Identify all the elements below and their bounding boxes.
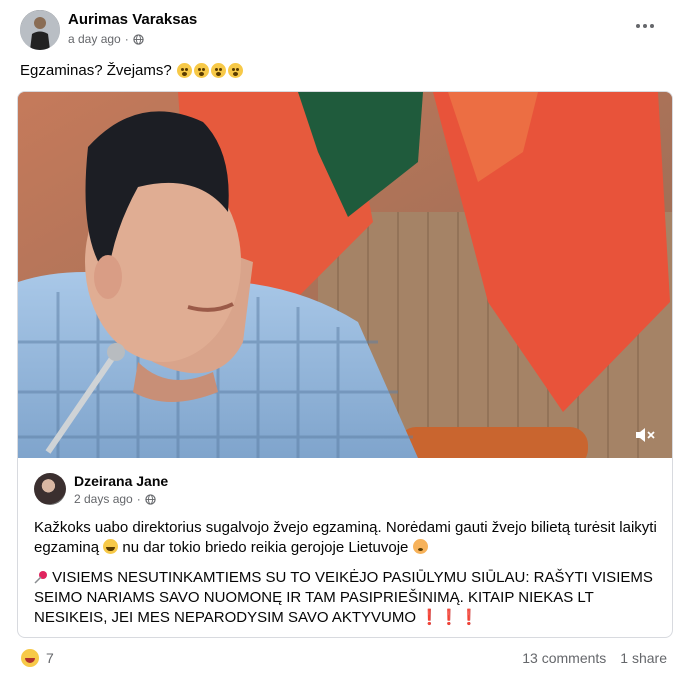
author-name[interactable]: Aurimas Varaksas bbox=[68, 11, 197, 28]
shared-author-avatar[interactable] bbox=[34, 473, 66, 505]
author-avatar[interactable] bbox=[20, 10, 60, 50]
post-text: Egzaminas? Žvejams? bbox=[20, 62, 243, 79]
post-footer: 7 13 comments 1 share bbox=[20, 648, 667, 672]
shared-paragraph-2: VISIEMS NESUTINKAMTIEMS SU TO VEIKĖJO PA… bbox=[34, 568, 660, 628]
reactions-summary[interactable]: 7 bbox=[20, 648, 54, 668]
post-body: Egzaminas? Žvejams? bbox=[20, 62, 172, 79]
globe-icon bbox=[133, 33, 144, 45]
shared-post-meta: 2 days ago · bbox=[74, 492, 156, 506]
dot-icon bbox=[636, 24, 640, 28]
shared-author-name[interactable]: Dzeirana Jane bbox=[74, 473, 168, 489]
video-player[interactable] bbox=[18, 92, 672, 458]
shared-paragraph-2-text: VISIEMS NESUTINKAMTIEMS SU TO VEIKĖJO PA… bbox=[34, 569, 653, 626]
comments-link[interactable]: 13 comments bbox=[522, 650, 606, 666]
astonished-emoji-icon bbox=[193, 63, 209, 78]
exclamation-icon: ❗❗❗ bbox=[420, 609, 480, 626]
pushpin-icon bbox=[34, 571, 47, 584]
post-meta: a day ago · bbox=[68, 32, 144, 46]
shared-post-body: Kažkoks uabo direktorius sugalvojo žvejo… bbox=[34, 518, 660, 637]
flushed-emoji-icon bbox=[412, 539, 428, 554]
dot-icon bbox=[643, 24, 647, 28]
grinning-squint-emoji-icon bbox=[103, 539, 119, 554]
post-timestamp[interactable]: a day ago bbox=[68, 32, 121, 46]
shared-post-card[interactable]: Dzeirana Jane 2 days ago · Kažkoks uabo … bbox=[17, 91, 673, 638]
shared-post-header: Dzeirana Jane 2 days ago · bbox=[34, 470, 654, 510]
shared-timestamp[interactable]: 2 days ago bbox=[74, 492, 133, 506]
globe-icon bbox=[145, 493, 156, 505]
reaction-count: 7 bbox=[46, 650, 54, 666]
post-emojis bbox=[176, 63, 243, 78]
haha-reaction-icon bbox=[20, 648, 40, 668]
astonished-emoji-icon bbox=[210, 63, 226, 78]
shares-link[interactable]: 1 share bbox=[620, 650, 667, 666]
astonished-emoji-icon bbox=[227, 63, 243, 78]
post-header: Aurimas Varaksas a day ago · bbox=[20, 8, 667, 52]
more-options-button[interactable] bbox=[633, 18, 657, 34]
mute-icon[interactable] bbox=[634, 426, 656, 444]
video-frame bbox=[18, 92, 672, 458]
shared-paragraph-1-text-b: nu dar tokio briedo reikia gerojoje Liet… bbox=[122, 539, 409, 556]
dot-icon bbox=[650, 24, 654, 28]
shared-paragraph-1: Kažkoks uabo direktorius sugalvojo žvejo… bbox=[34, 518, 660, 558]
facebook-post: Aurimas Varaksas a day ago · Egzaminas? … bbox=[0, 0, 687, 675]
astonished-emoji-icon bbox=[176, 63, 192, 78]
engagement-counts: 13 comments 1 share bbox=[522, 650, 667, 666]
